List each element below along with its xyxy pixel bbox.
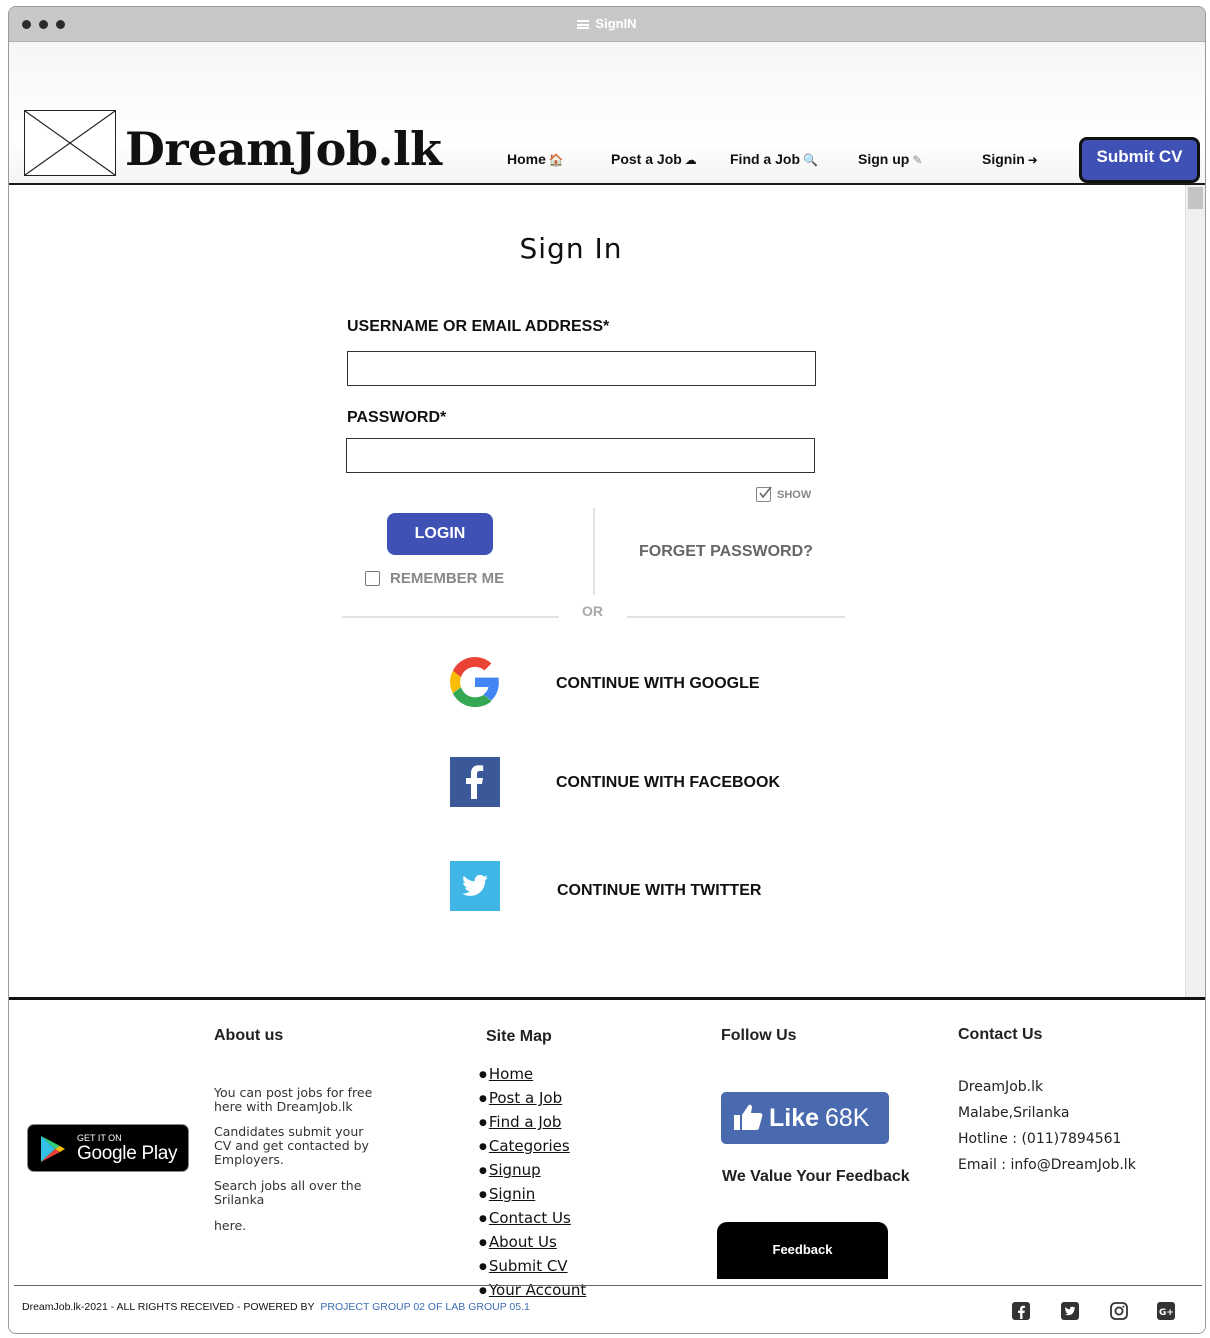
facebook-icon[interactable] — [450, 757, 500, 807]
sitemap-link-about-us[interactable]: About Us — [479, 1231, 586, 1255]
vertical-divider — [593, 508, 595, 595]
about-text-3: Search jobs all over the Srilanka — [214, 1178, 362, 1207]
or-label: OR — [582, 603, 603, 619]
sitemap-link-signin[interactable]: Signin — [479, 1183, 586, 1207]
submit-cv-button[interactable]: Submit CV — [1079, 137, 1200, 183]
contact-location: Malabe,Srilanka — [958, 1105, 1070, 1121]
password-label: PASSWORD* — [347, 409, 447, 426]
remember-me-label: REMEMBER ME — [390, 570, 505, 587]
login-button[interactable]: LOGIN — [387, 513, 493, 555]
footer-bottom-bar: DreamJob.lk-2021 - ALL RIGHTS RECEIVED -… — [14, 1285, 1202, 1330]
continue-with-twitter-button[interactable]: CONTINUE WITH TWITTER — [557, 882, 761, 900]
like-label: Like — [769, 1104, 820, 1132]
or-divider-left — [342, 616, 559, 618]
site-header: DreamJob.lk Home 🏠 Post a Job ☁ Find a Job… — [9, 42, 1205, 185]
page-title: Sign In — [519, 232, 623, 265]
twitter-icon[interactable] — [450, 861, 500, 911]
nav-find-a-job[interactable]: Find a Job 🔍 — [730, 151, 818, 167]
sitemap-link-categories[interactable]: Categories — [479, 1135, 586, 1159]
facebook-icon[interactable] — [1011, 1301, 1031, 1321]
menu-icon — [577, 20, 590, 29]
site-brand[interactable]: DreamJob.lk — [125, 122, 442, 176]
feedback-heading: We Value Your Feedback — [722, 1168, 910, 1185]
google-play-icon — [41, 1136, 65, 1162]
google-play-badge[interactable]: GET IT ON Google Play — [27, 1124, 189, 1172]
edit-icon: ✎ — [912, 153, 923, 167]
or-divider-right — [627, 616, 845, 618]
sitemap-heading: Site Map — [486, 1028, 552, 1045]
sitemap-list: Home Post a Job Find a Job Categories Si… — [479, 1063, 586, 1303]
sitemap-link-post-a-job[interactable]: Post a Job — [479, 1087, 586, 1111]
page-scrollbar[interactable] — [1185, 185, 1205, 997]
contact-hotline: Hotline : (011)7894561 — [958, 1131, 1122, 1147]
contact-heading: Contact Us — [958, 1026, 1043, 1043]
forget-password-link[interactable]: FORGET PASSWORD? — [639, 543, 813, 561]
feedback-button[interactable]: Feedback — [717, 1222, 888, 1279]
about-text-2: Candidates submit your CV and get contac… — [214, 1124, 369, 1167]
powered-by-link[interactable]: PROJECT GROUP 02 OF LAB GROUP 05.1 — [320, 1301, 530, 1313]
username-input[interactable] — [347, 351, 816, 386]
twitter-icon[interactable] — [1060, 1301, 1080, 1321]
facebook-like-button[interactable]: Like 68K — [721, 1092, 889, 1144]
nav-sign-up[interactable]: Sign up ✎ — [858, 151, 922, 167]
instagram-icon[interactable] — [1109, 1301, 1129, 1321]
sitemap-link-home[interactable]: Home — [479, 1063, 586, 1087]
google-icon[interactable] — [450, 657, 500, 707]
home-icon: 🏠 — [548, 153, 564, 167]
contact-email: Email : info@DreamJob.lk — [958, 1157, 1136, 1173]
browser-window: SignIN DreamJob.lk Home 🏠 Post a Job ☁ Fin… — [8, 6, 1206, 1334]
search-icon: 🔍 — [803, 153, 818, 167]
sitemap-link-contact-us[interactable]: Contact Us — [479, 1207, 586, 1231]
cloud-upload-icon: ☁ — [684, 153, 697, 167]
site-footer: GET IT ON Google Play About us You can p… — [9, 997, 1205, 1333]
google-plus-icon[interactable]: G+ — [1156, 1301, 1176, 1321]
contact-name: DreamJob.lk — [958, 1079, 1044, 1095]
sitemap-link-find-a-job[interactable]: Find a Job — [479, 1111, 586, 1135]
sitemap-link-submit-cv[interactable]: Submit CV — [479, 1255, 586, 1279]
remember-me-checkbox[interactable] — [365, 571, 380, 586]
sign-in-icon: ➜ — [1027, 153, 1038, 167]
get-it-on-label: GET IT ON — [77, 1133, 122, 1143]
sitemap-link-signup[interactable]: Signup — [479, 1159, 586, 1183]
show-password-checkbox[interactable] — [756, 486, 772, 502]
thumbs-up-icon — [734, 1104, 763, 1130]
nav-signin[interactable]: Signin ➜ — [982, 151, 1038, 167]
follow-heading: Follow Us — [721, 1027, 797, 1044]
scrollbar-thumb[interactable] — [1188, 187, 1203, 209]
continue-with-facebook-button[interactable]: CONTINUE WITH FACEBOOK — [556, 774, 780, 792]
like-count: 68K — [825, 1104, 870, 1132]
about-heading: About us — [214, 1027, 284, 1044]
show-password-label: SHOW — [777, 488, 812, 501]
password-input[interactable] — [346, 438, 815, 473]
main-content: Sign In USERNAME OR EMAIL ADDRESS* PASSW… — [9, 185, 1205, 997]
continue-with-google-button[interactable]: CONTINUE WITH GOOGLE — [556, 675, 760, 693]
nav-post-a-job[interactable]: Post a Job ☁ — [611, 151, 697, 167]
about-text-1: You can post jobs for free here with Dre… — [214, 1085, 373, 1114]
remember-me[interactable]: REMEMBER ME — [365, 570, 504, 587]
show-password-toggle[interactable]: SHOW — [756, 486, 812, 502]
google-play-label: Google Play — [77, 1143, 178, 1164]
window-title: SignIN — [9, 16, 1205, 31]
copyright-text: DreamJob.lk-2021 - ALL RIGHTS RECEIVED -… — [22, 1301, 530, 1313]
about-text-4: here. — [214, 1218, 247, 1233]
nav-home[interactable]: Home 🏠 — [507, 151, 564, 167]
svg-text:G+: G+ — [1159, 1308, 1174, 1318]
username-label: USERNAME OR EMAIL ADDRESS* — [347, 318, 610, 335]
logo-placeholder-image — [24, 110, 116, 176]
window-titlebar: SignIN — [9, 7, 1205, 42]
